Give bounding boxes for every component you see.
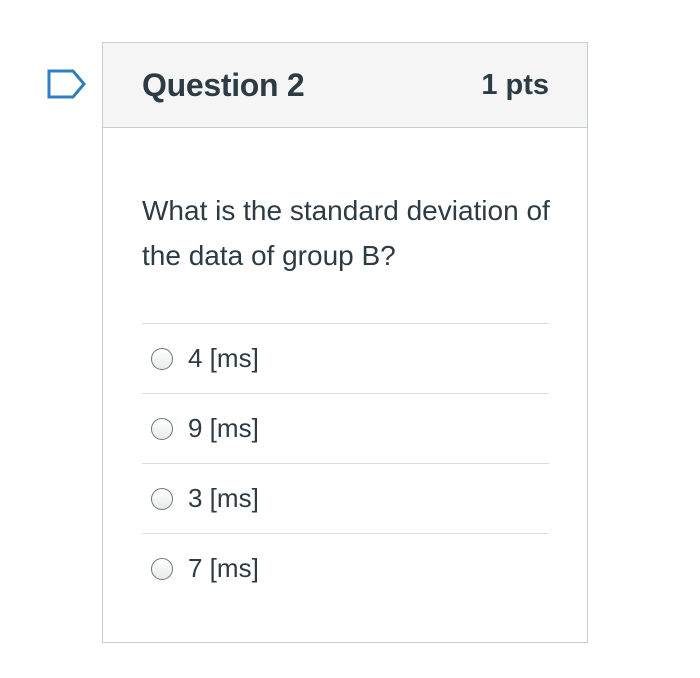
question-body: What is the standard deviation of the da… xyxy=(103,188,587,603)
radio-button[interactable] xyxy=(151,557,173,580)
answer-label: 4 [ms] xyxy=(188,343,259,373)
answer-option[interactable]: 9 [ms] xyxy=(142,393,549,463)
question-title: Question 2 xyxy=(142,66,305,103)
answer-list: 4 [ms] 9 [ms] 3 [ms] 7 [ms] xyxy=(142,323,549,603)
question-points: 1 pts xyxy=(481,68,549,101)
bookmark-flag-icon[interactable] xyxy=(47,69,87,99)
radio-button[interactable] xyxy=(151,417,173,440)
answer-label: 7 [ms] xyxy=(188,553,259,583)
answer-label: 9 [ms] xyxy=(188,413,259,443)
question-card: Question 2 1 pts What is the standard de… xyxy=(102,42,588,643)
answer-option[interactable]: 3 [ms] xyxy=(142,463,549,533)
question-header: Question 2 1 pts xyxy=(103,43,587,128)
answer-option[interactable]: 7 [ms] xyxy=(142,533,549,603)
radio-button[interactable] xyxy=(151,347,173,370)
question-text: What is the standard deviation of the da… xyxy=(142,195,550,271)
answer-option[interactable]: 4 [ms] xyxy=(142,323,549,393)
radio-button[interactable] xyxy=(151,487,173,510)
answer-label: 3 [ms] xyxy=(188,483,259,513)
